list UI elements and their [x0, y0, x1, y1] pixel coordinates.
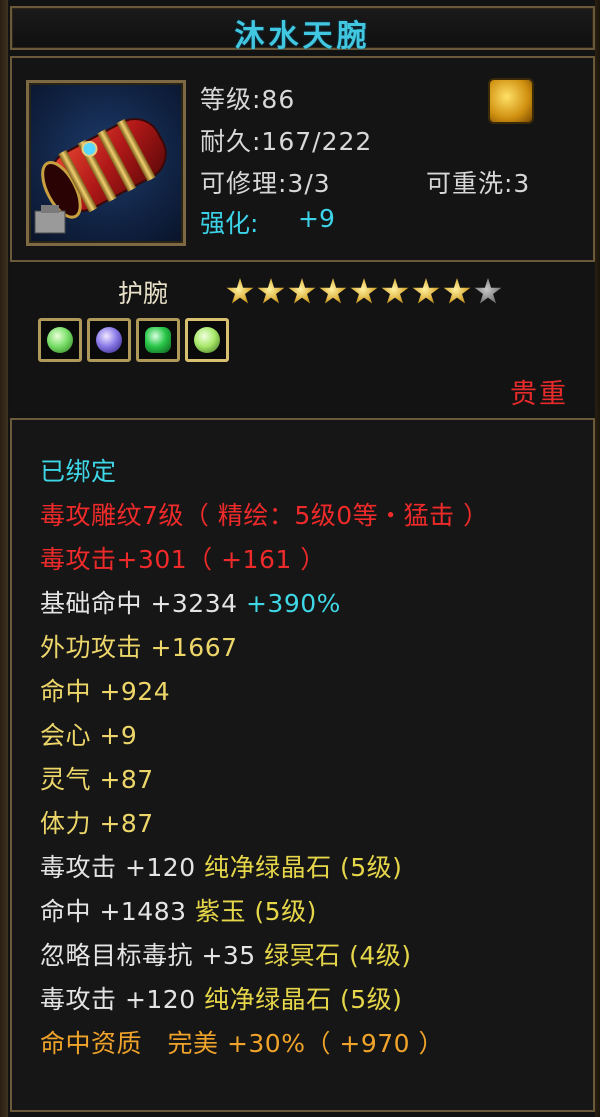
repair-stat: 可修理:3/3 [200, 169, 331, 198]
green-gem-icon[interactable] [185, 318, 229, 362]
attr-text: 基础命中 +3234 [40, 589, 238, 618]
emerald-gem-icon[interactable] [136, 318, 180, 362]
gem-name: 紫玉 (5级) [194, 897, 317, 926]
gold-badge-icon [488, 78, 534, 124]
enhance-key: 强化: [200, 209, 259, 238]
attr-text: 毒攻击 +120 [40, 853, 196, 882]
enhance-value: +9 [298, 204, 335, 233]
gem-attr-line: 忽略目标毒抗 +35 绿冥石 (4级) [40, 936, 412, 972]
gem-attr-line: 命中 +1483 紫玉 (5级) [40, 892, 317, 928]
durability-stat: 耐久:167/222 [200, 127, 373, 156]
rarity-label: 贵重 [510, 379, 568, 410]
attr-line: 基础命中 +3234 +390% [40, 584, 341, 620]
attr-line: 灵气 +87 [40, 765, 154, 794]
gem-attr-line: 毒攻击 +120 纯净绿晶石 (5级) [40, 980, 402, 1016]
item-name: 沐水天腕 [234, 19, 371, 54]
attr-line: 外功攻击 +1667 [40, 633, 238, 662]
engraving-line: 毒攻雕纹7级（ 精绘：5级0等・猛击 ） [40, 501, 489, 530]
item-tooltip: 沐水天腕 等级:86 耐久:167/222 可修理:3/3 可重洗:3 强化: … [0, 0, 600, 1117]
attr-text: 命中 +1483 [40, 897, 187, 926]
gem-name: 绿冥石 (4级) [264, 941, 412, 970]
rewash-stat: 可重洗:3 [426, 169, 531, 198]
attr-text: 毒攻击 +120 [40, 985, 196, 1014]
attr-line: 会心 +9 [40, 721, 138, 750]
attr-extra: +390% [245, 589, 341, 618]
gem-attr-line: 毒攻击 +120 纯净绿晶石 (5级) [40, 848, 402, 884]
attr-line: 命中 +924 [40, 677, 171, 706]
bind-status: 已绑定 [40, 457, 117, 486]
attr-line: 体力 +87 [40, 809, 154, 838]
green-gem-icon[interactable] [38, 318, 82, 362]
attributes-panel: 已绑定 毒攻雕纹7级（ 精绘：5级0等・猛击 ） 毒攻击+301（ +161 ）… [10, 418, 595, 1112]
item-icon-frame [26, 80, 186, 246]
level-stat: 等级:86 [200, 85, 296, 114]
aptitude-line: 命中资质 完美 +30%（ +970 ） [40, 1029, 445, 1058]
bracer-icon [34, 118, 167, 234]
item-type: 护腕 [118, 279, 169, 308]
gem-name: 纯净绿晶石 (5级) [204, 985, 403, 1014]
attr-text: 忽略目标毒抗 +35 [40, 941, 256, 970]
frame-right [595, 0, 600, 1117]
frame-left [0, 0, 8, 1117]
title-bar: 沐水天腕 [10, 6, 595, 54]
attr-line: 毒攻击+301（ +161 ） [40, 545, 326, 574]
purple-gem-icon[interactable] [87, 318, 131, 362]
info-panel: 等级:86 耐久:167/222 可修理:3/3 可重洗:3 强化: +9 [10, 56, 595, 262]
gem-name: 纯净绿晶石 (5级) [204, 853, 403, 882]
